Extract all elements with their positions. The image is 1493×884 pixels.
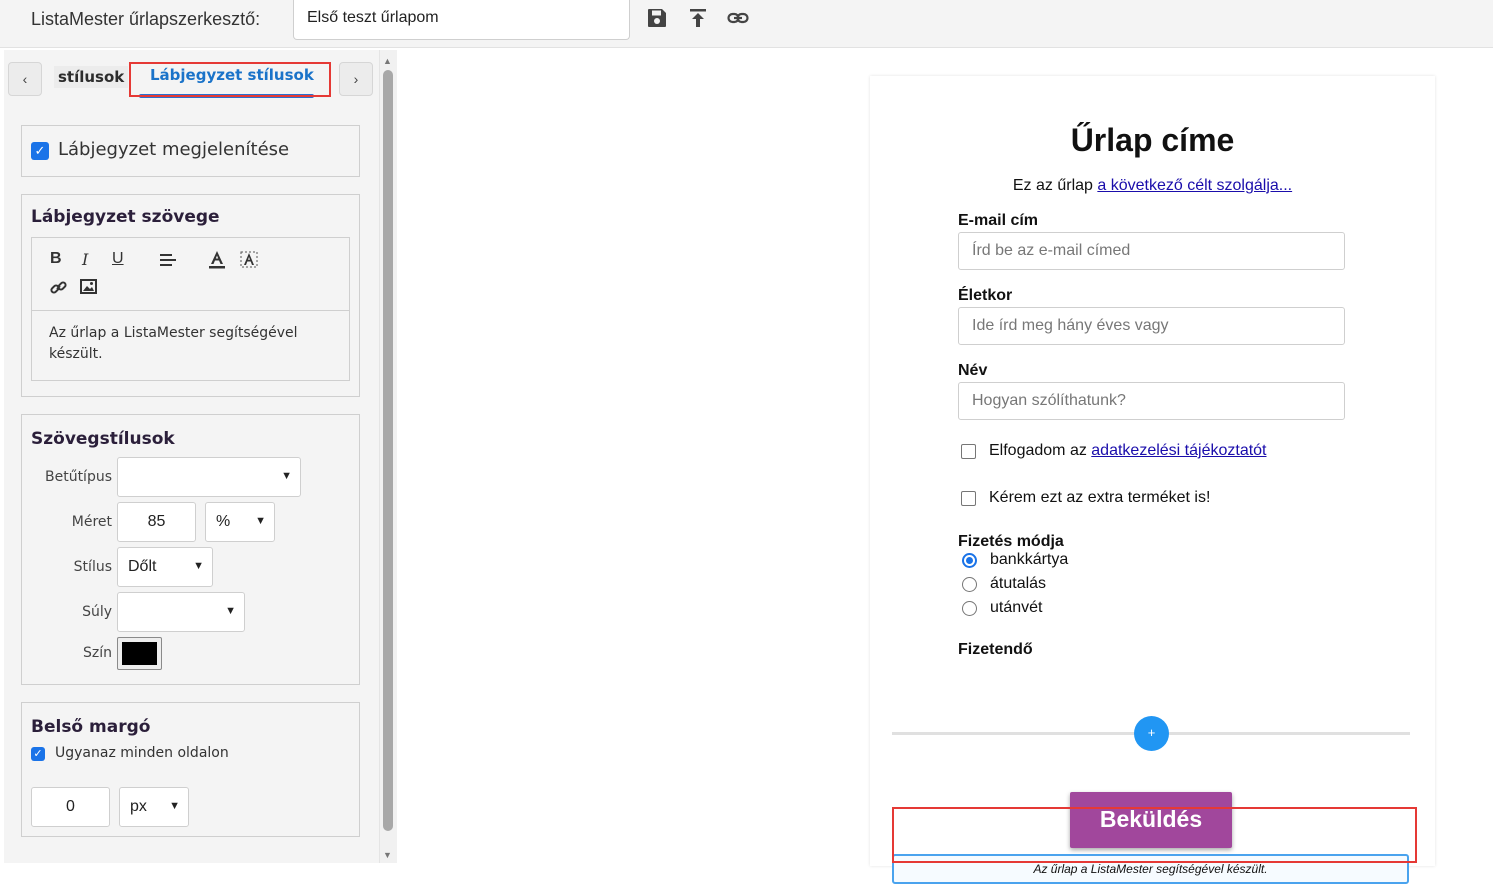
payment-radio-card[interactable] — [962, 553, 977, 568]
tab-next-button[interactable]: › — [339, 62, 373, 96]
top-bar: ListaMester űrlapszerkesztő: Első teszt … — [0, 0, 1493, 48]
size-unit-select[interactable]: % ▼ — [205, 502, 275, 542]
editor-toolbar: B I U — [32, 238, 349, 311]
form-preview: Űrlap címe Ez az űrlap a következő célt … — [870, 76, 1435, 884]
extra-product-label: Kérem ezt az extra terméket is! — [989, 489, 1211, 506]
style-value: Dőlt — [128, 558, 157, 575]
upload-icon[interactable] — [686, 6, 710, 30]
color-picker[interactable] — [117, 637, 162, 670]
name-label: Név — [958, 362, 988, 379]
settings-panel: ‹ stílusok Lábjegyzet stílusok › ✓ Lábje… — [4, 50, 379, 863]
text-styles-group: Szövegstílusok Betűtípus ▼ Méret 85 % ▼ … — [21, 414, 360, 685]
insert-image-icon[interactable] — [80, 279, 97, 299]
scroll-up-icon[interactable]: ▲ — [383, 56, 392, 66]
background-color-icon[interactable] — [240, 250, 258, 275]
size-label: Méret — [71, 514, 112, 530]
chevron-down-icon: ▼ — [225, 605, 236, 617]
color-swatch — [122, 642, 157, 665]
font-label: Betűtípus — [44, 469, 112, 485]
form-subtitle: Ez az űrlap a következő célt szolgálja..… — [870, 177, 1435, 195]
show-footer-label: Lábjegyzet megjelenítése — [58, 139, 290, 160]
highlight-box — [129, 62, 331, 97]
age-field[interactable]: Ide írd meg hány éves vagy — [958, 307, 1345, 345]
show-footer-checkbox[interactable]: ✓ — [31, 142, 49, 160]
text-styles-title: Szövegstílusok — [31, 429, 175, 449]
payment-option-transfer: átutalás — [990, 575, 1047, 592]
same-all-sides-checkbox[interactable]: ✓ — [31, 747, 45, 761]
age-label: Életkor — [958, 287, 1013, 304]
font-select[interactable]: ▼ — [117, 457, 301, 497]
padding-title: Belső margó — [31, 717, 151, 737]
payment-label: Fizetés módja — [958, 533, 1064, 550]
consent-checkbox[interactable] — [961, 444, 976, 459]
padding-group: Belső margó ✓ Ugyanaz minden oldalon 0 p… — [21, 702, 360, 837]
chevron-down-icon: ▼ — [169, 800, 180, 812]
form-subtitle-text: Ez az űrlap — [1012, 177, 1098, 194]
consent-label: Elfogadom az — [989, 442, 1092, 459]
email-label: E-mail cím — [958, 212, 1039, 229]
payable-label: Fizetendő — [958, 641, 1033, 658]
padding-input[interactable]: 0 — [31, 787, 110, 827]
link-icon[interactable] — [726, 6, 750, 30]
form-name-input[interactable]: Első teszt űrlapom — [293, 0, 630, 40]
consent-text: Elfogadom az adatkezelési tájékoztatót — [989, 442, 1267, 460]
padding-unit-select[interactable]: px ▼ — [119, 787, 189, 827]
payment-radio-transfer[interactable] — [962, 577, 977, 592]
weight-select[interactable]: ▼ — [117, 592, 245, 632]
footer-text-title: Lábjegyzet szövege — [31, 207, 220, 227]
scroll-thumb[interactable] — [383, 70, 393, 831]
email-field[interactable]: Írd be az e-mail címed — [958, 232, 1345, 270]
highlight-box — [892, 807, 1417, 863]
extra-product-checkbox[interactable] — [961, 491, 976, 506]
style-select[interactable]: Dőlt ▼ — [117, 547, 213, 587]
size-unit-value: % — [216, 513, 231, 530]
underline-icon[interactable]: U — [112, 250, 124, 268]
tab-styles[interactable]: stílusok — [54, 66, 129, 88]
color-label: Szín — [83, 645, 112, 661]
payment-option-cod: utánvét — [990, 599, 1043, 616]
chevron-down-icon: ▼ — [255, 515, 266, 527]
app-title: ListaMester űrlapszerkesztő: — [31, 9, 261, 29]
size-input[interactable]: 85 — [117, 502, 196, 542]
add-field-button[interactable]: + — [1134, 716, 1169, 751]
footer-text-editor: B I U Az űrlap a ListaMester segítségéve… — [31, 237, 350, 381]
chevron-down-icon: ▼ — [281, 470, 292, 482]
payment-radio-cod[interactable] — [962, 601, 977, 616]
italic-icon[interactable]: I — [82, 250, 88, 269]
editor-content[interactable]: Az űrlap a ListaMester segítségével kész… — [32, 311, 349, 377]
style-label: Stílus — [73, 559, 112, 575]
footer-text-group: Lábjegyzet szövege B I U Az űrlap a List… — [21, 194, 360, 397]
insert-link-icon[interactable] — [50, 279, 67, 301]
scroll-down-icon[interactable]: ▼ — [383, 850, 392, 860]
save-icon[interactable] — [645, 6, 669, 30]
align-icon[interactable] — [159, 252, 177, 273]
text-color-icon[interactable] — [208, 250, 226, 275]
payment-option-card: bankkártya — [990, 551, 1069, 568]
panel-scrollbar[interactable]: ▲ ▼ — [379, 50, 397, 863]
same-all-sides-label: Ugyanaz minden oldalon — [55, 745, 229, 761]
show-footer-group: ✓ Lábjegyzet megjelenítése — [21, 125, 360, 177]
form-canvas: Űrlap címe Ez az űrlap a következő célt … — [398, 50, 1493, 884]
form-title: Űrlap címe — [1070, 122, 1235, 158]
weight-label: Súly — [82, 604, 112, 620]
privacy-policy-link[interactable]: adatkezelési tájékoztatót — [1091, 442, 1266, 459]
chevron-down-icon: ▼ — [193, 560, 204, 572]
form-subtitle-link[interactable]: a következő célt szolgálja... — [1097, 177, 1292, 194]
bold-icon[interactable]: B — [50, 250, 62, 268]
tab-prev-button[interactable]: ‹ — [8, 62, 42, 96]
padding-unit-value: px — [130, 798, 147, 815]
name-field[interactable]: Hogyan szólíthatunk? — [958, 382, 1345, 420]
